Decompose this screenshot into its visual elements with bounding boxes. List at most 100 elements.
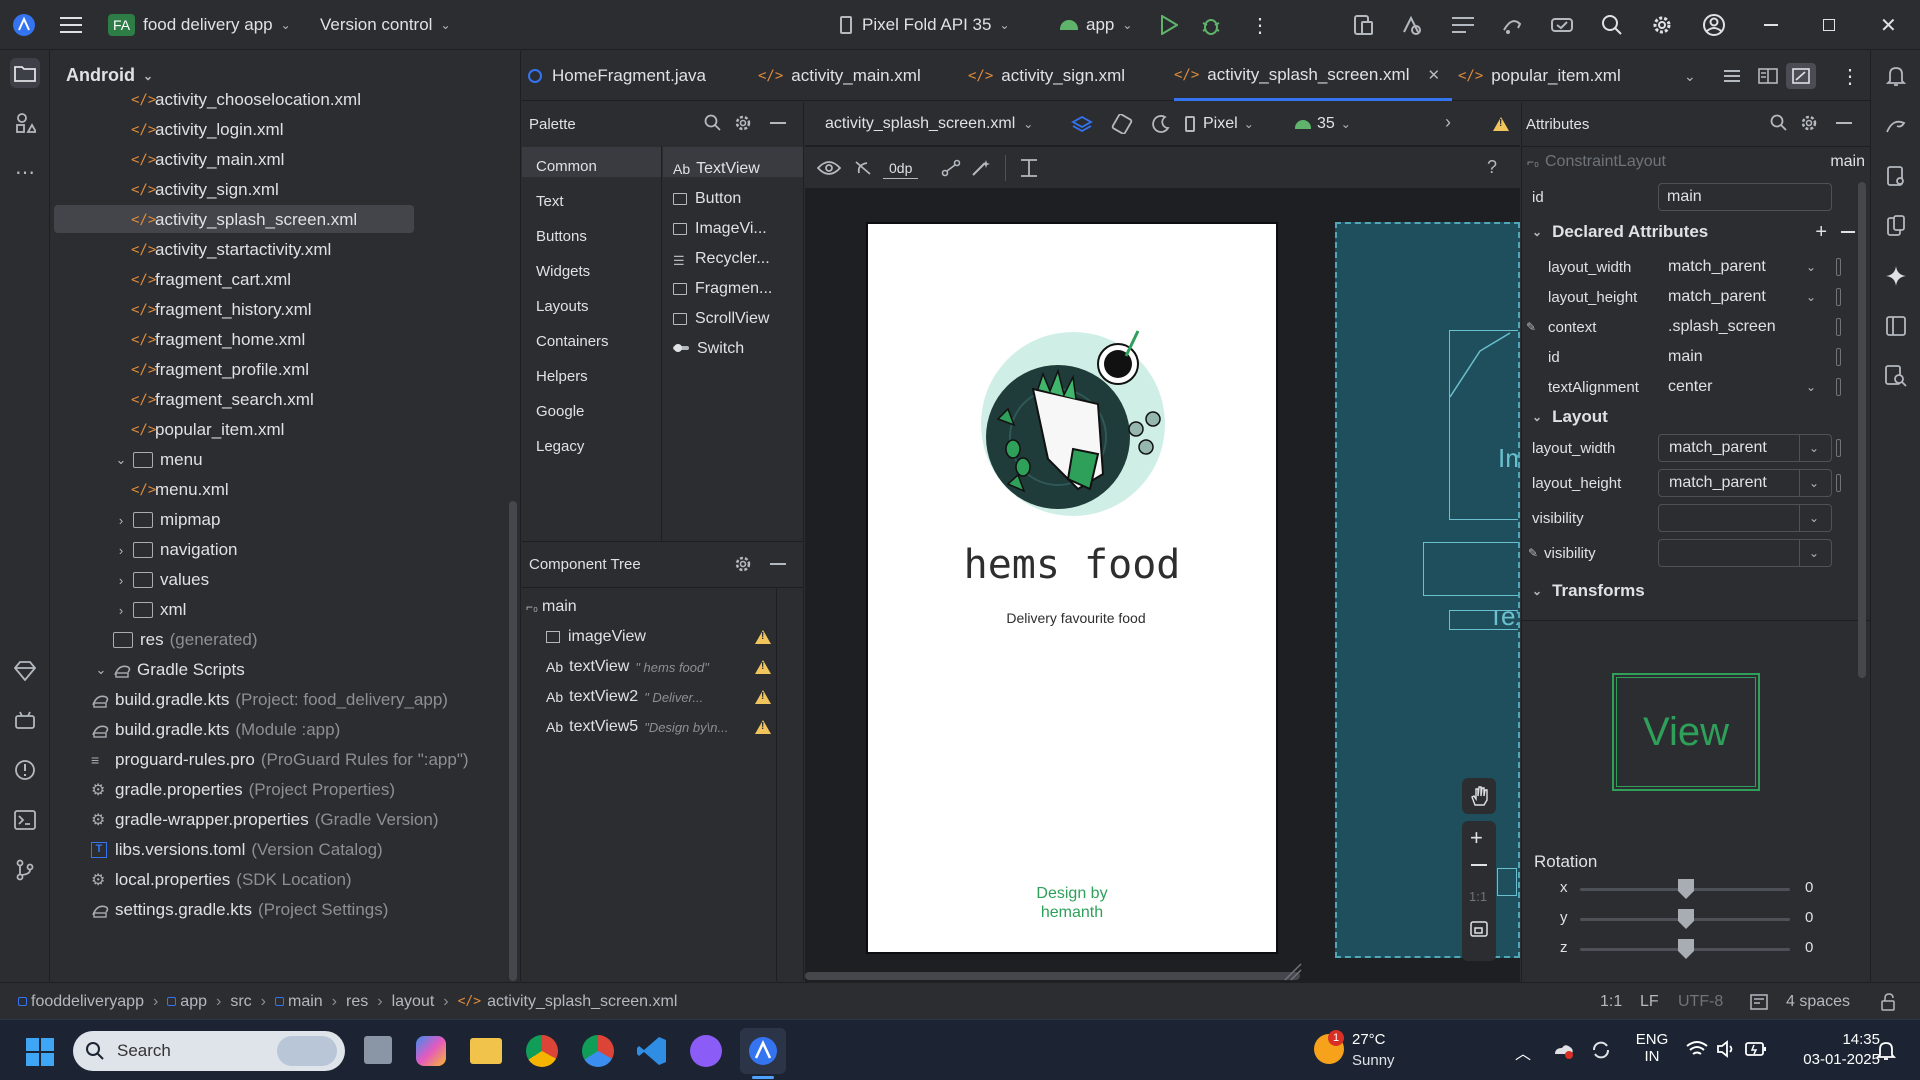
- tab-home-fragment[interactable]: HomeFragment.java: [528, 51, 706, 101]
- line-separator[interactable]: LF: [1640, 983, 1659, 1020]
- project-selector[interactable]: FA food delivery app ⌄: [108, 0, 291, 50]
- problems-icon[interactable]: [10, 755, 40, 785]
- attribute-resource-picker[interactable]: [1836, 258, 1841, 276]
- tree-row[interactable]: </> fragment_history.xml: [131, 295, 312, 325]
- chevron-right-icon[interactable]: ›: [111, 603, 131, 618]
- attribute-dropdown[interactable]: match_parent ⌄: [1658, 469, 1832, 497]
- chrome-icon[interactable]: [526, 1035, 558, 1067]
- tree-row[interactable]: </> activity_splash_screen.xml: [131, 205, 357, 235]
- palette-category[interactable]: Google: [536, 403, 584, 420]
- minimize-window-icon[interactable]: [1764, 0, 1778, 50]
- android-studio-taskbar-icon[interactable]: [740, 1028, 786, 1074]
- chevron-right-icon[interactable]: ›: [111, 543, 131, 558]
- sdk-manager-icon[interactable]: [1550, 0, 1574, 50]
- caret-position[interactable]: 1:1: [1600, 983, 1622, 1020]
- palette-category[interactable]: Helpers: [536, 368, 588, 385]
- view-options-eye-icon[interactable]: [817, 159, 841, 177]
- breadcrumb-item[interactable]: src: [230, 993, 251, 1011]
- attribute-dropdown[interactable]: ⌄: [1658, 504, 1832, 532]
- tree-node[interactable]: Ab textView " hems food": [546, 653, 776, 681]
- design-surface-icon[interactable]: [1071, 114, 1093, 134]
- taskbar-search-box[interactable]: Search: [73, 1031, 345, 1071]
- rotation-slider-thumb[interactable]: [1678, 879, 1694, 899]
- tree-row[interactable]: ⚙ gradle.properties (Project Properties): [91, 775, 395, 805]
- breadcrumb-item[interactable]: app: [180, 993, 207, 1011]
- tree-node[interactable]: Ab textView5 "Design by\n...: [546, 713, 776, 741]
- github-desktop-icon[interactable]: [690, 1035, 722, 1067]
- palette-category[interactable]: Legacy: [536, 438, 584, 455]
- more-tools-icon[interactable]: ⋯: [10, 157, 40, 187]
- tree-row[interactable]: </> activity_startactivity.xml: [131, 235, 331, 265]
- tree-row[interactable]: </> activity_sign.xml: [131, 175, 279, 205]
- close-window-icon[interactable]: ✕: [1880, 0, 1897, 50]
- more-actions-icon[interactable]: ⋮: [1250, 0, 1270, 50]
- run-icon[interactable]: [1160, 0, 1178, 50]
- clock[interactable]: 14:35 03-01-2025: [1794, 1031, 1880, 1068]
- attribute-value[interactable]: match_parent: [1668, 288, 1766, 306]
- clear-constraints-icon[interactable]: [941, 159, 961, 177]
- designer-h-scrollbar[interactable]: [805, 972, 1300, 980]
- warning-icon[interactable]: [755, 720, 771, 734]
- tree-row[interactable]: </> activity_login.xml: [131, 115, 284, 145]
- gradle-icon[interactable]: [1881, 111, 1911, 141]
- attribute-resource-picker[interactable]: [1836, 318, 1841, 336]
- rotation-slider-thumb[interactable]: [1678, 909, 1694, 929]
- search-icon[interactable]: [1770, 114, 1788, 132]
- layout-section-header[interactable]: ⌄ Layout: [1522, 402, 1871, 432]
- breadcrumb-item[interactable]: activity_splash_screen.xml: [487, 993, 677, 1011]
- zoom-to-fit-icon[interactable]: [1470, 921, 1488, 937]
- guidelines-icon[interactable]: [1019, 158, 1039, 178]
- rotation-slider-thumb[interactable]: [1678, 939, 1694, 959]
- tree-row[interactable]: ⌄ menu: [111, 445, 203, 475]
- attribute-resource-picker[interactable]: [1836, 439, 1841, 457]
- palette-item[interactable]: Button: [673, 187, 741, 211]
- device-selector[interactable]: Pixel Fold API 35 ⌄: [840, 0, 1010, 50]
- palette-item[interactable]: Fragmen...: [673, 277, 772, 301]
- palette-item[interactable]: ImageVi...: [673, 217, 767, 241]
- palette-category[interactable]: Layouts: [536, 298, 589, 315]
- unlock-icon[interactable]: [1880, 983, 1898, 1020]
- attribute-value[interactable]: .splash_screen: [1668, 318, 1776, 336]
- palette-category[interactable]: Buttons: [536, 228, 587, 245]
- restore-window-icon[interactable]: [1823, 0, 1835, 50]
- gradle-sync-icon[interactable]: [1500, 0, 1524, 50]
- terminal-icon[interactable]: [10, 805, 40, 835]
- attribute-resource-picker[interactable]: [1836, 348, 1841, 366]
- help-icon[interactable]: ?: [1487, 157, 1497, 178]
- tree-row[interactable]: build.gradle.kts (Module :app): [91, 715, 340, 745]
- chrome-profile-icon[interactable]: [582, 1035, 614, 1067]
- id-input[interactable]: main: [1658, 183, 1832, 211]
- tab-popular-item[interactable]: </> popular_item.xml: [1458, 51, 1621, 101]
- search-icon[interactable]: [1601, 0, 1623, 50]
- android-studio-logo-icon[interactable]: [12, 0, 36, 50]
- battery-icon[interactable]: [1745, 1041, 1767, 1057]
- tree-node-root[interactable]: ⌐₀ main: [522, 593, 577, 621]
- windows-start-icon[interactable]: [26, 1038, 54, 1066]
- zoom-one-to-one[interactable]: 1:1: [1469, 889, 1487, 904]
- tree-row[interactable]: ⚙ gradle-wrapper.properties (Gradle Versio…: [91, 805, 439, 835]
- breadcrumb-item[interactable]: fooddeliveryapp: [31, 993, 144, 1011]
- warning-icon[interactable]: [1493, 117, 1509, 131]
- transforms-section-header[interactable]: ⌄ Transforms: [1522, 576, 1871, 606]
- file-explorer-icon[interactable]: [470, 1038, 502, 1064]
- tree-row[interactable]: </> fragment_search.xml: [131, 385, 314, 415]
- attribute-dropdown[interactable]: match_parent ⌄: [1658, 434, 1832, 462]
- tree-row[interactable]: </> fragment_profile.xml: [131, 355, 309, 385]
- palette-category[interactable]: Common: [536, 158, 597, 175]
- tree-row[interactable]: › xml: [111, 595, 187, 625]
- tree-node[interactable]: imageView: [546, 623, 776, 651]
- tree-row[interactable]: ⌄ Gradle Scripts: [91, 655, 245, 685]
- tree-row[interactable]: </> popular_item.xml: [131, 415, 284, 445]
- project-folder-icon[interactable]: [10, 58, 40, 88]
- breadcrumb-item[interactable]: main: [288, 993, 323, 1011]
- device-mirror-icon[interactable]: [1881, 311, 1911, 341]
- tree-row[interactable]: Tlibs.versions.toml (Version Catalog): [91, 835, 383, 865]
- file-encoding[interactable]: UTF-8: [1678, 983, 1723, 1020]
- autoconnect-off-icon[interactable]: [853, 159, 873, 177]
- resource-manager-icon[interactable]: [10, 108, 40, 138]
- account-icon[interactable]: [1702, 0, 1726, 50]
- attribute-resource-picker[interactable]: [1836, 288, 1841, 306]
- device-file-explorer-icon[interactable]: [1881, 161, 1911, 191]
- gemini-sparkle-icon[interactable]: [1881, 261, 1911, 291]
- main-menu-icon[interactable]: [60, 0, 82, 50]
